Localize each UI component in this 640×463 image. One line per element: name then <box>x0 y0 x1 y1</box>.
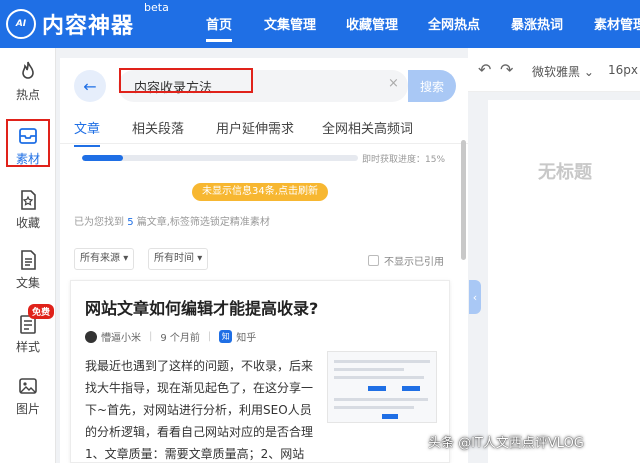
source-filter[interactable]: 所有来源 ▾ <box>74 248 135 270</box>
search-button[interactable]: 搜索 <box>408 70 456 102</box>
sidebar-item-label: 样式 <box>15 340 40 354</box>
top-nav-bar: AI 内容神器 beta 首页 文集管理 收藏管理 全网热点 暴涨热词 素材管理 <box>0 0 640 48</box>
meta-separator: | <box>149 331 153 342</box>
article-time: 9 个月前 <box>160 333 200 344</box>
font-family-value: 微软雅黑 <box>532 65 581 79</box>
sidebar-item-images[interactable]: 图片 <box>0 370 56 426</box>
article-meta: 懵逼小米 | 9 个月前 | 知 知乎 <box>85 329 256 344</box>
image-icon <box>19 378 37 394</box>
tab-user-needs[interactable]: 用户延伸需求 <box>216 118 294 137</box>
redo-icon[interactable]: ↷ <box>500 60 513 79</box>
time-filter[interactable]: 所有时间 ▾ <box>148 248 209 270</box>
tab-articles[interactable]: 文章 <box>74 118 101 147</box>
flame-icon <box>22 61 34 79</box>
hide-used-toggle[interactable]: 不显示已引用 <box>368 253 444 268</box>
article-platform: 知乎 <box>236 333 257 344</box>
hide-used-label: 不显示已引用 <box>384 257 444 268</box>
sidebar-item-label: 收藏 <box>15 216 40 230</box>
time-filter-label: 所有时间 <box>154 253 194 264</box>
article-title[interactable]: 网站文章如何编辑才能提高收录? <box>85 295 318 319</box>
nav-collections[interactable]: 文集管理 <box>264 14 316 33</box>
logo-mark: AI <box>6 9 36 39</box>
star-doc-icon <box>21 190 36 210</box>
hide-used-checkbox[interactable] <box>368 255 379 266</box>
sidebar-item-label: 文集 <box>15 276 40 290</box>
refresh-notice[interactable]: 未显示信息34条,点击刷新 <box>192 183 328 201</box>
document-title[interactable]: 无标题 <box>538 158 592 184</box>
sidebar-item-label: 热点 <box>15 88 40 102</box>
arrow-left-icon: ← <box>83 76 97 96</box>
summary-suffix: 篇文章,标签筛选锁定精准素材 <box>136 217 270 228</box>
progress-label: 即时获取进度：15% <box>362 155 446 165</box>
font-family-select[interactable]: 微软雅黑 ⌄ <box>532 63 594 80</box>
app-logo[interactable]: AI 内容神器 <box>6 6 134 42</box>
undo-icon[interactable]: ↶ <box>478 60 491 79</box>
back-button[interactable]: ← <box>74 70 106 102</box>
progress-fill <box>82 155 124 161</box>
materials-panel: ← × 搜索 文章 相关段落 用户延伸需求 全网相关高频词 即时获取进度：15%… <box>60 58 468 463</box>
tab-related-paragraphs[interactable]: 相关段落 <box>132 118 184 137</box>
source-filter-label: 所有来源 <box>80 253 120 264</box>
clear-icon[interactable]: × <box>388 76 399 91</box>
sidebar-item-collections[interactable]: 文集 <box>0 244 56 300</box>
nav-home[interactable]: 首页 <box>206 14 233 42</box>
nav-materials[interactable]: 素材管理 <box>594 14 640 33</box>
tab-high-frequency-words[interactable]: 全网相关高频词 <box>322 118 413 137</box>
collapse-panel-handle[interactable]: ‹ <box>469 280 481 314</box>
chevron-down-icon: ⌄ <box>583 65 594 79</box>
beta-label: beta <box>144 1 169 14</box>
article-excerpt: 我最近也遇到了这样的问题，不收录，后来找大牛指导，现在渐见起色了，在这分享一下~… <box>85 359 314 461</box>
result-summary: 已为您找到 5 篇文章,标签筛选锁定精准素材 <box>74 213 270 228</box>
meta-separator: | <box>207 331 212 342</box>
free-badge: 免费 <box>28 304 55 319</box>
watermark: 头条 @IT人文西点评VLOG <box>428 436 584 451</box>
result-count: 5 <box>127 217 134 228</box>
search-bar <box>118 70 408 102</box>
logo-text: 内容神器 <box>42 14 135 39</box>
document-icon <box>21 250 36 270</box>
font-size-select[interactable]: 16px <box>608 63 638 77</box>
nav-hot-topics[interactable]: 全网热点 <box>428 14 480 33</box>
result-tabs: 文章 相关段落 用户延伸需求 全网相关高频词 <box>60 114 468 147</box>
nav-trending-words[interactable]: 暴涨热词 <box>511 14 563 33</box>
zhihu-icon: 知 <box>219 330 233 343</box>
summary-prefix: 已为您找到 <box>74 217 124 228</box>
panel-scrollbar[interactable] <box>461 140 466 260</box>
avatar <box>85 330 97 343</box>
article-card[interactable]: 网站文章如何编辑才能提高收录? 懵逼小米 | 9 个月前 | 知 知乎 我最近也… <box>70 280 450 463</box>
sidebar-highlight-box <box>6 119 50 167</box>
caret-down-icon: ▾ <box>197 253 203 264</box>
sidebar: 热点 素材 收藏 文集 样式 图片 免费 <box>0 48 56 463</box>
search-input[interactable] <box>118 70 408 102</box>
fetch-progress-bar <box>82 155 358 161</box>
caret-down-icon: ▾ <box>123 253 129 264</box>
article-thumbnail[interactable] <box>327 351 437 423</box>
nav-favorites[interactable]: 收藏管理 <box>346 14 398 33</box>
sidebar-item-favorites[interactable]: 收藏 <box>0 184 56 240</box>
article-author[interactable]: 懵逼小米 <box>101 329 141 344</box>
editor-toolbar: ↶ ↷ 微软雅黑 ⌄ 16px <box>468 48 640 92</box>
sidebar-item-hot[interactable]: 热点 <box>0 56 56 112</box>
editor-document[interactable]: 无标题 <box>488 100 640 463</box>
chevron-left-icon: ‹ <box>472 290 478 304</box>
sidebar-item-label: 图片 <box>15 402 40 416</box>
